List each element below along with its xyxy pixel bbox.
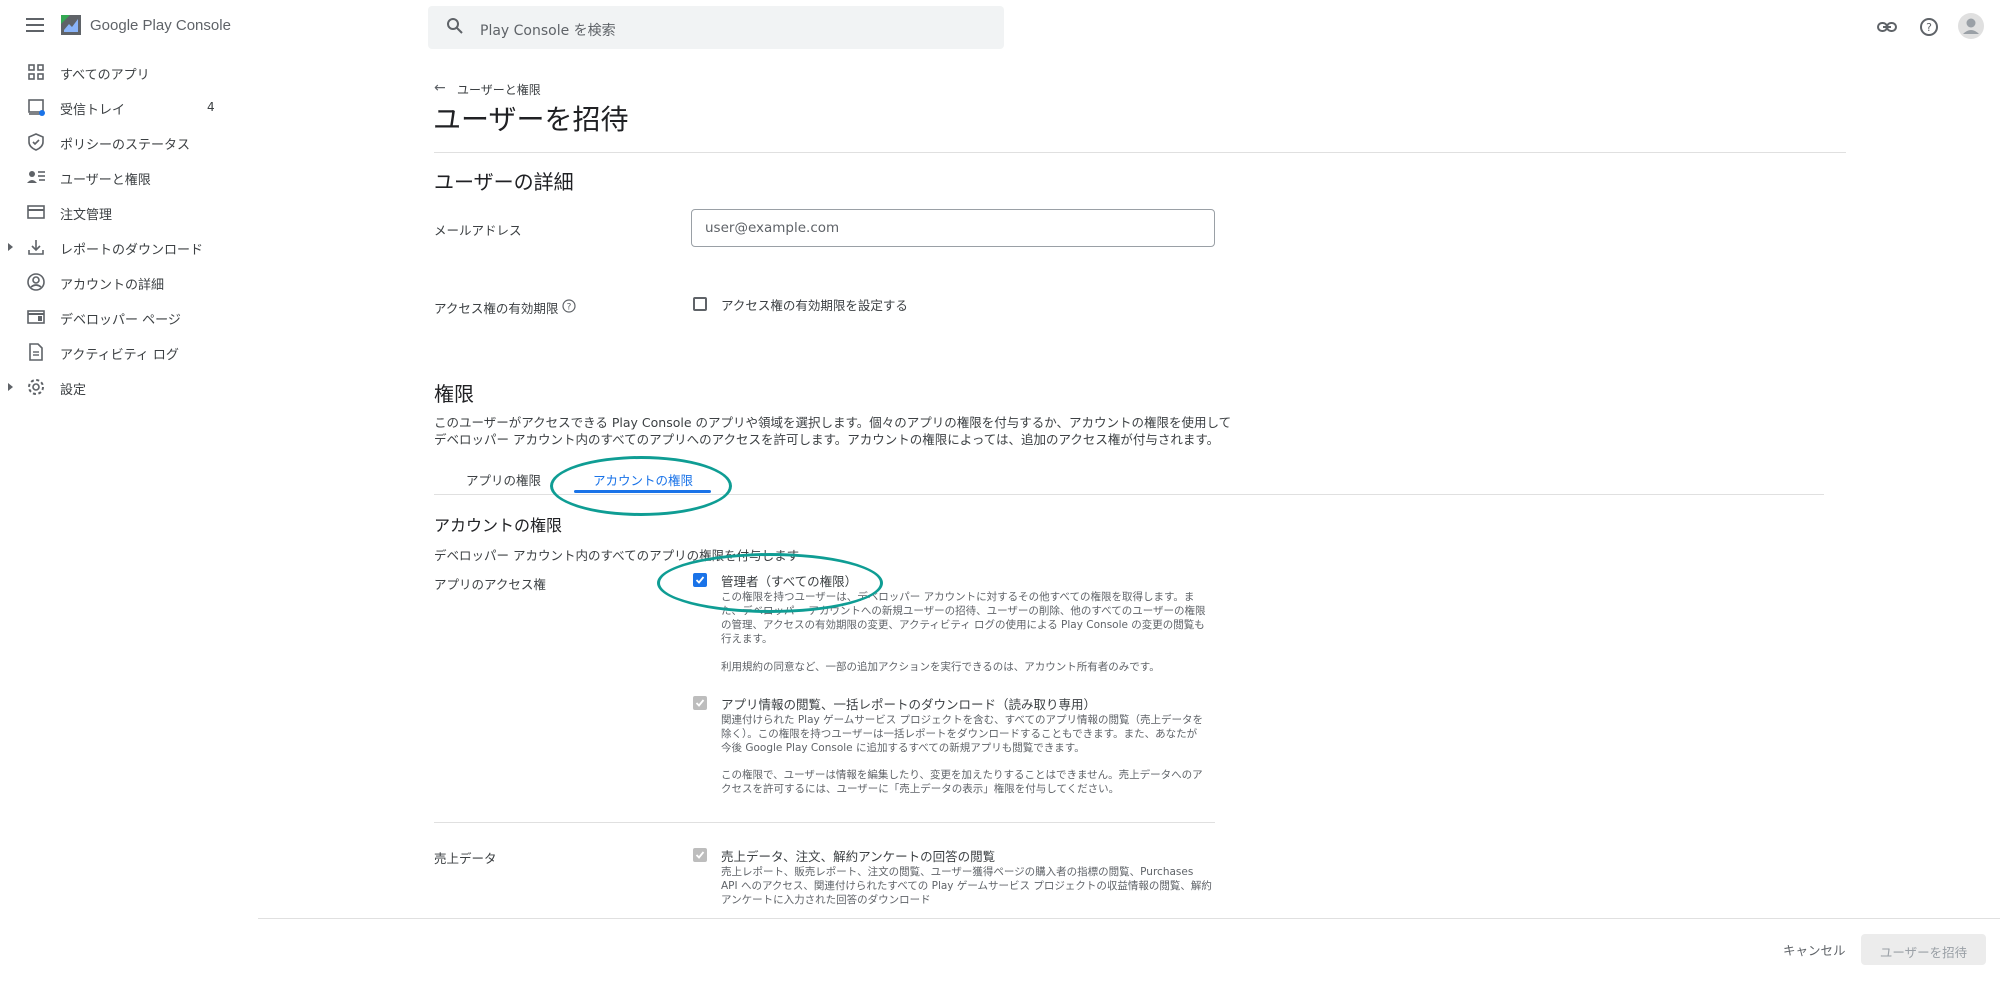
link-icon[interactable] (1876, 16, 1898, 38)
sidebar-item-label: 受信トレイ (60, 103, 126, 118)
svg-text:?: ? (1926, 21, 1932, 34)
svg-text:?: ? (567, 303, 572, 313)
play-console-logo-icon (58, 12, 84, 38)
sidebar-item-label: アカウントの詳細 (60, 278, 165, 293)
sidebar-item-users-permissions[interactable]: ユーザーと権限 (0, 162, 240, 192)
view-info-desc-line: 関連付けられた Play ゲームサービス プロジェクトを含む、すべてのアプリ情報… (721, 714, 1203, 726)
sales-data-permission-title: 売上データ、注文、解約アンケートの回答の閲覧 (721, 849, 996, 864)
sales-desc-line: アンケートに入力された回答のダウンロード (721, 894, 931, 906)
search-icon (446, 17, 464, 35)
tab-app-permissions[interactable]: アプリの権限 (466, 470, 541, 489)
permissions-description-line2: デベロッパー アカウント内のすべてのアプリへのアクセスを許可します。アカウントの… (434, 432, 1220, 447)
app-access-label: アプリのアクセス権 (434, 577, 546, 592)
expiry-checkbox[interactable] (693, 297, 707, 311)
view-info-note-line: クセスを許可するには、ユーザーに「売上データの表示」権限を付与してください。 (721, 783, 1120, 795)
shield-check-icon (26, 132, 46, 152)
view-info-permission-title: アプリ情報の閲覧、一括レポートのダウンロード（読み取り専用） (721, 697, 1097, 712)
back-arrow-icon[interactable]: ← (434, 80, 446, 96)
search-input[interactable]: Play Console を検索 (480, 20, 616, 40)
document-icon (26, 342, 46, 362)
admin-note: 利用規約の同意など、一部の追加アクションを実行できるのは、アカウント所有者のみで… (721, 661, 1160, 673)
menu-icon[interactable] (26, 18, 44, 32)
footer-divider (258, 918, 2000, 919)
divider (434, 152, 1846, 153)
sidebar-item-policy-status[interactable]: ポリシーのステータス (0, 127, 240, 157)
account-permissions-heading: アカウントの権限 (434, 516, 563, 535)
invite-user-button-label: ユーザーを招待 (1879, 945, 1968, 960)
inbox-icon (26, 97, 46, 117)
section-heading-permissions: 権限 (434, 382, 474, 406)
sales-desc-line: 売上レポート、販売レポート、注文の閲覧、ユーザー獲得ページの購入者の指標の閲覧、… (721, 866, 1194, 878)
view-info-desc-line: 今後 Google Play Console に追加するすべての新規アプリも閲覧… (721, 742, 1085, 754)
help-circle-icon[interactable]: ? (562, 298, 576, 313)
sidebar-item-activity-log[interactable]: アクティビティ ログ (0, 337, 240, 367)
admin-desc-line: の管理、アクセスの有効期限の変更、アクティビティ ログの使用による Play C… (721, 619, 1205, 631)
web-page-icon (26, 307, 46, 327)
expand-arrow-icon[interactable] (8, 383, 13, 391)
apps-grid-icon (26, 62, 46, 82)
expiry-checkbox-label: アクセス権の有効期限を設定する (721, 298, 908, 313)
sidebar-item-account-details[interactable]: アカウントの詳細 (0, 267, 240, 297)
view-info-desc-line: 除く）。この権限を持つユーザーは一括レポートをダウンロードすることもできます。ま… (721, 728, 1198, 740)
app-title: Google Play Console (90, 17, 231, 34)
annotation-ellipse-tab (550, 456, 732, 516)
sidebar-item-inbox[interactable]: 受信トレイ 4 (0, 92, 240, 122)
sidebar-item-label: ポリシーのステータス (60, 138, 191, 153)
email-label: メールアドレス (434, 223, 522, 238)
sidebar-item-settings[interactable]: 設定 (0, 372, 240, 402)
section-heading-user-details: ユーザーの詳細 (434, 170, 574, 194)
credit-card-icon (26, 202, 46, 222)
sidebar-item-all-apps[interactable]: すべてのアプリ (0, 57, 240, 87)
admin-desc-line: 行えます。 (721, 633, 773, 645)
sales-desc-line: API へのアクセス、関連付けられたすべての Play ゲームサービス プロジェ… (721, 880, 1212, 892)
view-info-checkbox (693, 696, 707, 710)
avatar[interactable] (1958, 13, 1984, 39)
sidebar-item-label: 設定 (60, 383, 87, 398)
sidebar-item-order-management[interactable]: 注文管理 (0, 197, 240, 227)
breadcrumb[interactable]: ユーザーと権限 (457, 81, 541, 98)
sidebar-item-label: レポートのダウンロード (60, 243, 204, 258)
gear-icon (26, 377, 46, 397)
section-divider (434, 822, 1215, 823)
expand-arrow-icon[interactable] (8, 243, 13, 251)
sidebar-item-report-download[interactable]: レポートのダウンロード (0, 232, 240, 262)
sidebar-item-label: すべてのアプリ (60, 68, 150, 83)
sidebar-item-developer-page[interactable]: デベロッパー ページ (0, 302, 240, 332)
email-placeholder: user@example.com (705, 220, 840, 236)
annotation-ellipse-admin (657, 553, 883, 613)
view-info-note-line: この権限で、ユーザーは情報を編集したり、変更を加えたりすることはできません。売上… (721, 769, 1203, 781)
sidebar-item-label: デベロッパー ページ (60, 313, 181, 328)
page-title: ユーザーを招待 (433, 103, 629, 136)
help-icon[interactable]: ? (1918, 16, 1940, 38)
download-icon (26, 237, 46, 257)
users-list-icon (26, 167, 46, 187)
sidebar-item-label: 注文管理 (60, 208, 113, 223)
sidebar-item-label: アクティビティ ログ (60, 348, 179, 363)
account-circle-icon (26, 272, 46, 292)
cancel-button[interactable]: キャンセル (1783, 940, 1846, 959)
inbox-count-badge: 4 (207, 100, 215, 114)
sales-data-label: 売上データ (434, 851, 497, 866)
sales-data-checkbox (693, 848, 707, 862)
expiry-label: アクセス権の有効期限 (434, 301, 559, 316)
sidebar-item-label: ユーザーと権限 (60, 173, 151, 188)
